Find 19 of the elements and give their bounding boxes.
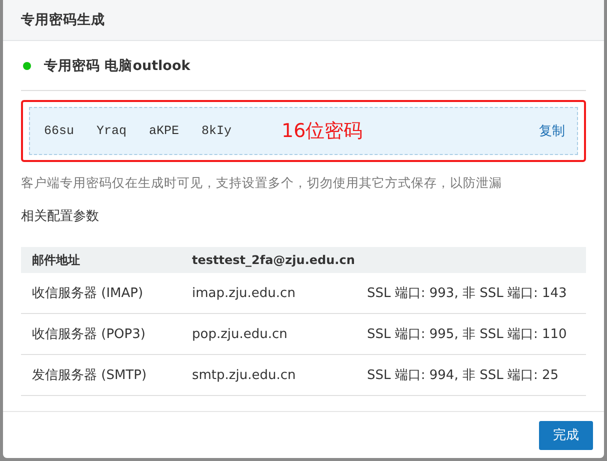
table-cell: pop.zju.edu.cn [181,314,356,354]
table-header-cell: 邮件地址 [21,247,181,273]
table-cell: SSL 端口: 994, 非 SSL 端口: 25 [356,354,586,396]
table-cell: 收信服务器 (POP3) [21,314,181,354]
password-name: 专用密码 电脑outlook [44,56,190,74]
done-button[interactable]: 完成 [539,420,593,450]
table-cell: SSL 端口: 995, 非 SSL 端口: 110 [356,314,586,354]
notice-text: 客户端专用密码仅在生成时可见，支持设置多个，切勿使用其它方式保存，以防泄漏 [21,175,503,192]
annotation-text: 16位密码 [282,119,363,144]
password-text: 66su Yraq aKPE 8kIy [44,124,232,138]
table-cell: imap.zju.edu.cn [181,273,356,314]
table-cell: smtp.zju.edu.cn [181,354,356,396]
table-cell: 收信服务器 (IMAP) [21,273,181,314]
copy-link[interactable]: 复制 [539,122,565,140]
dialog-title: 专用密码生成 [3,0,604,41]
table-header-cell: testtest_2fa@zju.edu.cn [181,247,586,273]
table-cell: 发信服务器 (SMTP) [21,354,181,396]
table-cell: SSL 端口: 993, 非 SSL 端口: 143 [356,273,586,314]
section-title: 相关配置参数 [21,208,100,225]
